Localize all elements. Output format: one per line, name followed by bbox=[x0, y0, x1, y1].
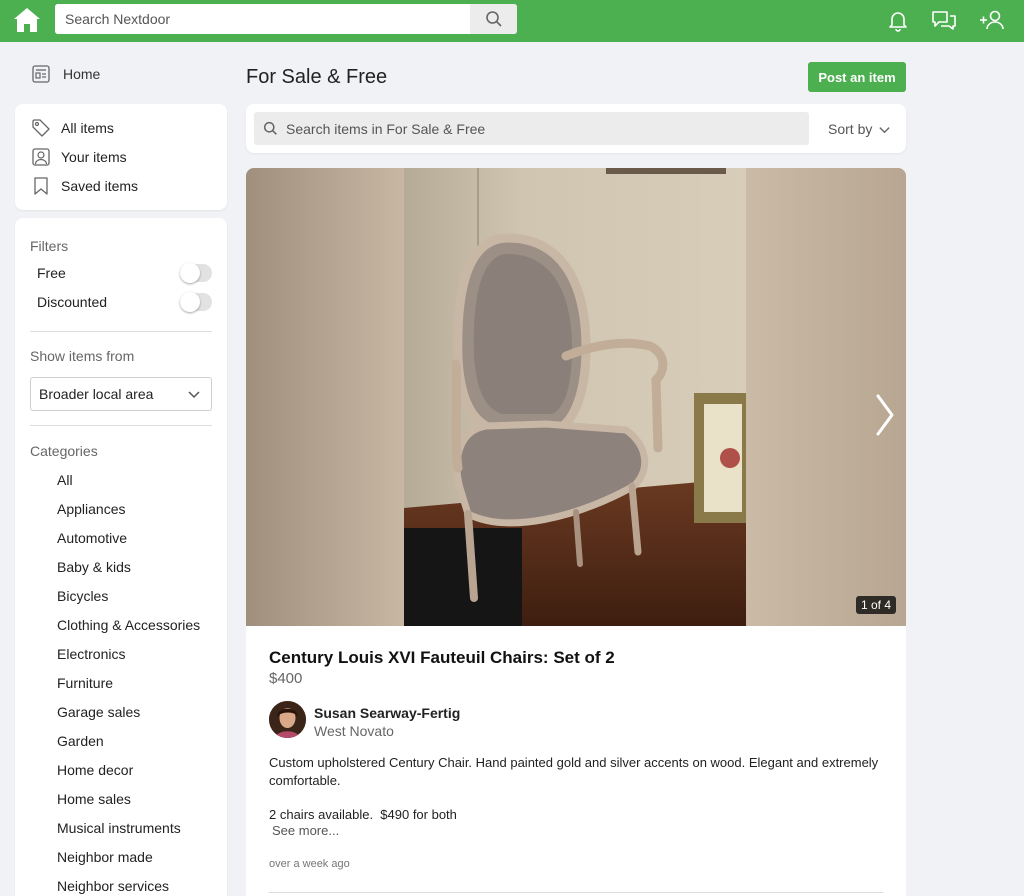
sidebar-home-label: Home bbox=[63, 66, 101, 82]
listing-card: 1 of 4 Century Louis XVI Fauteuil Chairs… bbox=[246, 168, 906, 896]
category-clothing-accessories[interactable]: Clothing & Accessories bbox=[57, 617, 200, 633]
tag-icon bbox=[31, 118, 51, 138]
filter-free-toggle[interactable] bbox=[180, 263, 212, 283]
category-automotive[interactable]: Automotive bbox=[57, 530, 127, 546]
category-all[interactable]: All bbox=[57, 472, 73, 488]
item-search-input[interactable] bbox=[286, 120, 786, 137]
category-neighbor-made[interactable]: Neighbor made bbox=[57, 849, 153, 865]
category-furniture[interactable]: Furniture bbox=[57, 675, 113, 691]
listing-price: $400 bbox=[269, 670, 303, 687]
house-logo-icon[interactable] bbox=[11, 5, 43, 35]
see-more-link[interactable]: See more... bbox=[272, 823, 339, 838]
filters-card: Filters Free Discounted Show items from … bbox=[15, 218, 227, 896]
listing-description: Custom upholstered Century Chair. Hand p… bbox=[269, 755, 879, 788]
category-electronics[interactable]: Electronics bbox=[57, 646, 125, 662]
next-photo-arrow[interactable] bbox=[872, 392, 898, 443]
nav-all-items-label: All items bbox=[61, 120, 114, 136]
photo-counter: 1 of 4 bbox=[855, 596, 896, 614]
divider bbox=[269, 892, 883, 893]
category-garden[interactable]: Garden bbox=[57, 733, 104, 749]
user-icon bbox=[31, 147, 51, 167]
category-home-sales[interactable]: Home sales bbox=[57, 791, 131, 807]
add-user-icon[interactable] bbox=[978, 7, 1006, 33]
category-neighbor-services[interactable]: Neighbor services bbox=[57, 878, 169, 894]
search-icon bbox=[485, 11, 502, 27]
nav-saved-items[interactable]: Saved items bbox=[31, 176, 138, 196]
category-appliances[interactable]: Appliances bbox=[57, 501, 126, 517]
seller-name[interactable]: Susan Searway-Fertig bbox=[314, 705, 460, 721]
categories-title: Categories bbox=[30, 443, 98, 459]
category-bicycles[interactable]: Bicycles bbox=[57, 588, 108, 604]
avatar[interactable] bbox=[269, 701, 306, 738]
filters-title: Filters bbox=[30, 238, 69, 254]
category-musical-instruments[interactable]: Musical instruments bbox=[57, 820, 181, 836]
bell-icon[interactable] bbox=[884, 7, 912, 33]
show-items-from-select[interactable]: Broader local area bbox=[30, 377, 212, 411]
divider bbox=[30, 425, 212, 426]
filter-free-label: Free bbox=[37, 265, 66, 281]
filter-discounted: Discounted bbox=[37, 292, 212, 312]
top-navigation-bar bbox=[0, 0, 1024, 42]
chat-icon[interactable] bbox=[930, 7, 958, 33]
show-items-from-title: Show items from bbox=[30, 348, 135, 364]
search-icon bbox=[263, 121, 277, 135]
category-baby-kids[interactable]: Baby & kids bbox=[57, 559, 131, 575]
listing-photo-carousel[interactable]: 1 of 4 bbox=[246, 168, 906, 626]
nav-your-items-label: Your items bbox=[61, 149, 127, 165]
filter-discounted-label: Discounted bbox=[37, 294, 108, 310]
category-home-decor[interactable]: Home decor bbox=[57, 762, 133, 778]
nav-your-items[interactable]: Your items bbox=[31, 147, 127, 167]
page-title: For Sale & Free bbox=[246, 66, 388, 88]
post-item-button[interactable]: Post an item bbox=[808, 62, 906, 92]
sidebar-home-link[interactable]: Home bbox=[31, 64, 100, 84]
chevron-right-icon bbox=[876, 394, 894, 436]
newsfeed-icon bbox=[32, 65, 50, 83]
show-items-from-value: Broader local area bbox=[39, 386, 154, 402]
item-search-card: Sort by bbox=[246, 104, 906, 153]
item-search-box bbox=[254, 112, 809, 145]
seller-location[interactable]: West Novato bbox=[314, 723, 394, 739]
items-nav-card: All items Your items Saved items bbox=[15, 104, 227, 210]
bookmark-icon bbox=[31, 176, 51, 196]
divider bbox=[30, 331, 212, 332]
global-search bbox=[55, 4, 517, 34]
global-search-input[interactable] bbox=[55, 4, 470, 34]
chevron-down-icon bbox=[879, 126, 890, 133]
listing-description-extra: 2 chairs available. $490 for both bbox=[269, 807, 457, 822]
posted-time: over a week ago bbox=[269, 858, 350, 870]
category-garage-sales[interactable]: Garage sales bbox=[57, 704, 140, 720]
search-button[interactable] bbox=[470, 4, 517, 34]
nav-saved-items-label: Saved items bbox=[61, 178, 139, 194]
sort-by-label: Sort by bbox=[828, 121, 873, 137]
filter-free: Free bbox=[37, 263, 212, 283]
filter-discounted-toggle[interactable] bbox=[180, 292, 212, 312]
sort-by-dropdown[interactable]: Sort by bbox=[828, 121, 891, 137]
listing-photo bbox=[246, 168, 906, 626]
chevron-down-icon bbox=[188, 391, 200, 399]
listing-title[interactable]: Century Louis XVI Fauteuil Chairs: Set o… bbox=[269, 648, 615, 668]
nav-all-items[interactable]: All items bbox=[31, 118, 114, 138]
